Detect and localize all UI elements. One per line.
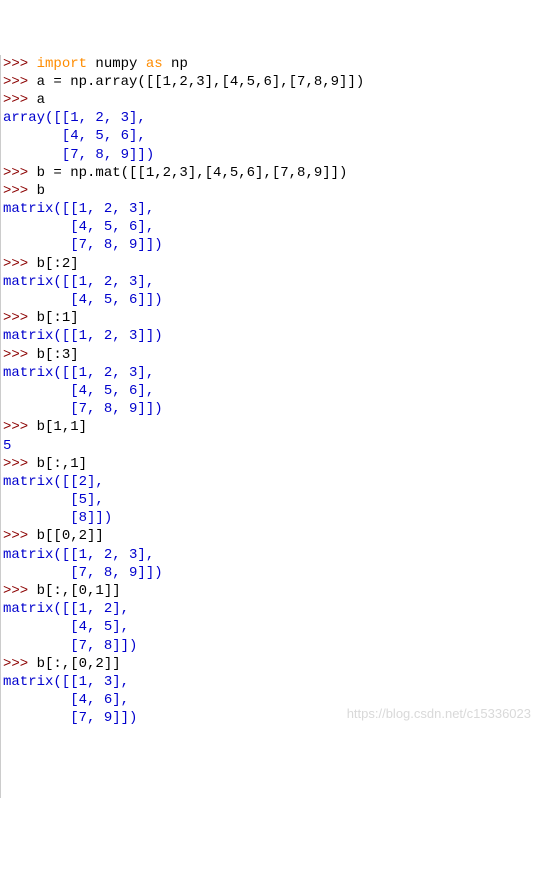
code-segment-prompt: >>> — [3, 74, 37, 90]
code-segment-txt: b[:,[0,1]] — [37, 583, 121, 599]
code-line: [4, 5, 6], — [3, 218, 541, 236]
code-line: 5 — [3, 437, 541, 455]
code-segment-out: matrix([[1, 2, 3], — [3, 274, 154, 290]
code-segment-prompt: >>> — [3, 56, 37, 72]
code-segment-txt: b[:1] — [37, 310, 79, 326]
code-segment-txt: b[:2] — [37, 256, 79, 272]
code-segment-out: [7, 8, 9]]) — [3, 401, 163, 417]
code-segment-out: [4, 5, 6], — [3, 219, 154, 235]
code-segment-out: [4, 5, 6]]) — [3, 292, 163, 308]
code-line: >>> a = np.array([[1,2,3],[4,5,6],[7,8,9… — [3, 73, 541, 91]
code-line: [7, 8, 9]]) — [3, 564, 541, 582]
code-segment-txt: b[[0,2]] — [37, 528, 104, 544]
code-line: [7, 8, 9]]) — [3, 146, 541, 164]
code-segment-out: [4, 6], — [3, 692, 129, 708]
code-line: [4, 5], — [3, 618, 541, 636]
code-line: >>> b = np.mat([[1,2,3],[4,5,6],[7,8,9]]… — [3, 164, 541, 182]
code-segment-prompt: >>> — [3, 656, 37, 672]
code-segment-txt: b = np.mat([[1,2,3],[4,5,6],[7,8,9]]) — [37, 165, 348, 181]
code-line: matrix([[1, 2], — [3, 600, 541, 618]
code-segment-out: [7, 8, 9]]) — [3, 147, 154, 163]
code-segment-out: [7, 8, 9]]) — [3, 565, 163, 581]
code-segment-out: [7, 9]]) — [3, 710, 137, 726]
code-segment-prompt: >>> — [3, 456, 37, 472]
code-line: [4, 5, 6], — [3, 382, 541, 400]
code-line: >>> import numpy as np — [3, 55, 541, 73]
code-line: matrix([[1, 2, 3]]) — [3, 327, 541, 345]
code-segment-txt: b[:,[0,2]] — [37, 656, 121, 672]
code-segment-kw: as — [146, 56, 163, 72]
code-segment-out: [7, 8, 9]]) — [3, 237, 163, 253]
code-segment-txt: b[1,1] — [37, 419, 87, 435]
code-line: matrix([[2], — [3, 473, 541, 491]
code-segment-txt: np — [163, 56, 188, 72]
code-segment-prompt: >>> — [3, 183, 37, 199]
code-line: array([[1, 2, 3], — [3, 109, 541, 127]
code-line: >>> b[:3] — [3, 346, 541, 364]
code-line: [4, 5, 6]]) — [3, 291, 541, 309]
code-segment-out: matrix([[1, 3], — [3, 674, 129, 690]
code-line: matrix([[1, 2, 3], — [3, 364, 541, 382]
code-segment-out: matrix([[1, 2, 3], — [3, 547, 154, 563]
code-line: [7, 8]]) — [3, 637, 541, 655]
code-segment-txt: b[:,1] — [37, 456, 87, 472]
code-line: [4, 5, 6], — [3, 127, 541, 145]
code-segment-txt: a — [37, 92, 45, 108]
watermark-text: https://blog.csdn.net/c15336023 — [347, 706, 531, 723]
code-line: >>> b[:1] — [3, 309, 541, 327]
code-line: matrix([[1, 2, 3], — [3, 546, 541, 564]
code-line: [7, 8, 9]]) — [3, 400, 541, 418]
code-line: >>> b[:,1] — [3, 455, 541, 473]
code-segment-prompt: >>> — [3, 310, 37, 326]
code-segment-out: [7, 8]]) — [3, 638, 137, 654]
code-line: >>> b[:,[0,2]] — [3, 655, 541, 673]
code-line: >>> b[:2] — [3, 255, 541, 273]
code-segment-prompt: >>> — [3, 419, 37, 435]
code-line: matrix([[1, 2, 3], — [3, 273, 541, 291]
code-segment-prompt: >>> — [3, 347, 37, 363]
code-segment-prompt: >>> — [3, 528, 37, 544]
code-segment-out: matrix([[2], — [3, 474, 104, 490]
code-line: >>> b[:,[0,1]] — [3, 582, 541, 600]
code-segment-prompt: >>> — [3, 583, 37, 599]
code-segment-out: array([[1, 2, 3], — [3, 110, 146, 126]
code-line: matrix([[1, 2, 3], — [3, 200, 541, 218]
code-segment-out: matrix([[1, 2, 3], — [3, 201, 154, 217]
code-line: >>> a — [3, 91, 541, 109]
code-segment-out: [4, 5, 6], — [3, 128, 146, 144]
code-segment-num: 5 — [3, 438, 11, 454]
code-segment-txt: b — [37, 183, 45, 199]
code-terminal: >>> import numpy as np>>> a = np.array([… — [0, 55, 541, 798]
code-segment-out: matrix([[1, 2, 3], — [3, 365, 154, 381]
code-line: >>> b[[0,2]] — [3, 527, 541, 545]
code-segment-out: [4, 5], — [3, 619, 129, 635]
code-line: [7, 8, 9]]) — [3, 236, 541, 254]
code-segment-prompt: >>> — [3, 165, 37, 181]
code-segment-txt: numpy — [87, 56, 146, 72]
code-line: matrix([[1, 3], — [3, 673, 541, 691]
code-line: >>> b[1,1] — [3, 418, 541, 436]
code-segment-kw: import — [37, 56, 87, 72]
code-segment-out: [8]]) — [3, 510, 112, 526]
code-segment-out: matrix([[1, 2, 3]]) — [3, 328, 163, 344]
code-segment-txt: a = np.array([[1,2,3],[4,5,6],[7,8,9]]) — [37, 74, 365, 90]
code-segment-prompt: >>> — [3, 256, 37, 272]
code-segment-out: matrix([[1, 2], — [3, 601, 129, 617]
code-segment-out: [4, 5, 6], — [3, 383, 154, 399]
code-line: [8]]) — [3, 509, 541, 527]
code-segment-out: [5], — [3, 492, 104, 508]
code-segment-prompt: >>> — [3, 92, 37, 108]
code-line: >>> b — [3, 182, 541, 200]
code-segment-txt: b[:3] — [37, 347, 79, 363]
code-line: [5], — [3, 491, 541, 509]
